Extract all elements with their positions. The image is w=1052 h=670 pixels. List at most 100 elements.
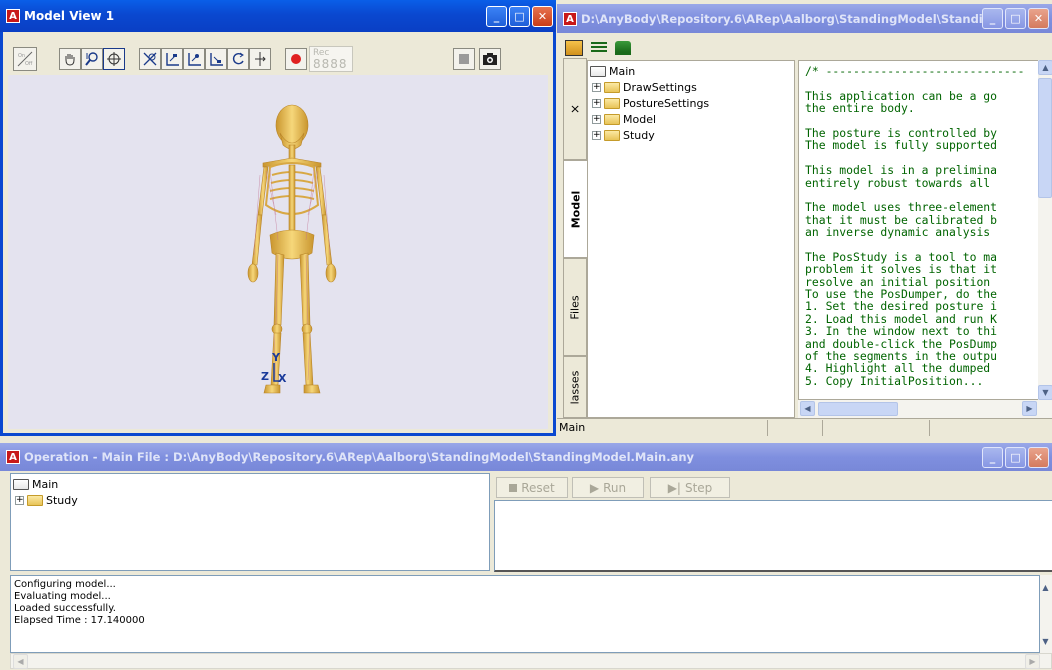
step-label: Step	[684, 480, 713, 495]
tab-files-label: Files	[568, 294, 582, 320]
tab-classes[interactable]: lasses	[563, 356, 587, 418]
tab-files[interactable]: Files	[563, 258, 587, 356]
tab-model[interactable]: Model	[563, 160, 587, 258]
hand-icon	[65, 54, 75, 66]
view-front-button[interactable]	[161, 48, 183, 70]
maximize-button[interactable]: □	[509, 5, 530, 27]
3d-viewport[interactable]: Z Y X	[8, 75, 548, 429]
scroll-right-arrow[interactable]: ▶	[1025, 654, 1040, 669]
tree-status-bar: Main	[557, 418, 1052, 436]
spin-view-button[interactable]	[249, 48, 271, 70]
output-horizontal-scrollbar[interactable]: ◀ ▶	[10, 653, 1052, 669]
close-button[interactable]: ✕	[1028, 446, 1049, 468]
scroll-up-arrow[interactable]: ▲	[1038, 581, 1052, 596]
model-tree-titlebar[interactable]: A D:\AnyBody\Repository.6\ARep\Aalborg\S…	[557, 4, 1052, 33]
minimize-button[interactable]: _	[486, 5, 507, 27]
code-line: The model uses three-element	[805, 200, 998, 215]
tree-node-study[interactable]: + Study	[592, 127, 655, 143]
minimize-button[interactable]: _	[982, 446, 1003, 468]
step-button[interactable]: ▶| Step	[650, 477, 730, 498]
tree-node-label: PostureSettings	[623, 96, 710, 110]
status-divider	[822, 420, 823, 436]
operation-window: A Operation - Main File : D:\AnyBody\Rep…	[0, 443, 1052, 670]
pan-button[interactable]	[59, 48, 81, 70]
anybody-app-icon: A	[563, 11, 577, 26]
tab-close-panel[interactable]: ×	[563, 58, 587, 160]
scroll-down-arrow[interactable]: ▼	[1038, 385, 1052, 400]
axis-z-label: Z	[261, 370, 269, 383]
stop-icon	[459, 54, 469, 64]
folder-icon	[604, 113, 620, 125]
tree-node-posturesettings[interactable]: + PostureSettings	[592, 95, 709, 111]
expand-icon[interactable]: +	[592, 82, 601, 92]
expand-icon[interactable]: +	[592, 98, 601, 108]
op-tree-node-main[interactable]: Main	[13, 476, 58, 492]
expand-icon[interactable]: +	[592, 114, 601, 124]
rotate-view-button[interactable]	[227, 48, 249, 70]
maximize-button[interactable]: □	[1005, 8, 1026, 29]
code-line: the entire body.	[805, 101, 915, 116]
drive-icon[interactable]	[615, 41, 631, 55]
scroll-thumb[interactable]	[1038, 78, 1052, 198]
editor-horizontal-scrollbar[interactable]: ◀ ▶	[798, 400, 1052, 418]
zoom-button[interactable]	[81, 48, 103, 70]
scroll-left-arrow[interactable]: ◀	[800, 401, 815, 416]
zoom-fit-button[interactable]	[139, 48, 161, 70]
close-button[interactable]: ✕	[532, 5, 553, 27]
h-scroll-thumb[interactable]	[818, 402, 898, 416]
tree-node-main[interactable]: Main	[590, 63, 635, 79]
folder-icon	[604, 81, 620, 93]
model-view-title: Model View 1	[24, 9, 115, 23]
op-tree-node-study[interactable]: + Study	[15, 492, 78, 508]
tree-node-label: Study	[623, 128, 655, 142]
model-view-titlebar[interactable]: A Model View 1 _ □ ✕	[0, 0, 556, 32]
code-line: problem it solves is that it	[805, 262, 998, 277]
folder-icon	[604, 97, 620, 109]
expand-icon[interactable]: +	[15, 495, 24, 505]
axis-x-label: X	[278, 372, 287, 385]
operation-titlebar[interactable]: A Operation - Main File : D:\AnyBody\Rep…	[0, 443, 1052, 471]
scroll-up-arrow[interactable]: ▲	[1038, 60, 1052, 75]
scroll-left-arrow[interactable]: ◀	[13, 654, 28, 669]
operation-tree-panel[interactable]: Main + Study	[10, 473, 490, 571]
stop-button[interactable]	[453, 48, 475, 70]
tree-node-drawsettings[interactable]: + DrawSettings	[592, 79, 697, 95]
rotate-icon	[107, 52, 121, 66]
tree-node-label: DrawSettings	[623, 80, 697, 94]
reset-label: Reset	[521, 480, 555, 495]
output-line: Configuring model...	[14, 579, 116, 590]
status-divider	[929, 420, 930, 436]
scroll-right-arrow[interactable]: ▶	[1022, 401, 1037, 416]
tree-node-model[interactable]: + Model	[592, 111, 656, 127]
run-button[interactable]: ▶ Run	[572, 477, 644, 498]
output-panel[interactable]: Configuring model... Evaluating model...…	[10, 575, 1040, 653]
list-icon[interactable]	[591, 42, 607, 54]
view-side-button[interactable]	[183, 48, 205, 70]
source-editor[interactable]: /* ----------------------------- This app…	[798, 60, 1038, 400]
anybody-app-icon: A	[6, 450, 20, 464]
snapshot-button[interactable]	[479, 48, 501, 70]
record-button[interactable]	[285, 48, 307, 70]
reset-button[interactable]: Reset	[496, 477, 568, 498]
onoff-toggle-button[interactable]: On Off	[13, 47, 37, 71]
close-button[interactable]: ✕	[1028, 8, 1049, 29]
tree-view-icon[interactable]	[565, 40, 583, 56]
step-icon: ▶|	[667, 480, 681, 495]
expand-icon[interactable]: +	[592, 130, 601, 140]
scroll-down-arrow[interactable]: ▼	[1038, 635, 1052, 650]
output-vertical-scrollbar[interactable]: ▲ ▼	[1040, 575, 1052, 653]
folder-icon	[604, 129, 620, 141]
axis-view-icon	[210, 53, 223, 66]
tree-node-label: Main	[32, 477, 59, 491]
operation-info-panel	[494, 500, 1052, 572]
output-line: Loaded successfully.	[14, 603, 116, 614]
minimize-button[interactable]: _	[982, 8, 1003, 29]
axis-view-icon	[188, 53, 201, 66]
editor-vertical-scrollbar[interactable]: ▲ ▼	[1038, 60, 1052, 400]
view-top-button[interactable]	[205, 48, 227, 70]
folder-icon	[27, 494, 43, 506]
maximize-button[interactable]: □	[1005, 446, 1026, 468]
model-tree-panel[interactable]: Main + DrawSettings + PostureSettings + Mod…	[587, 60, 795, 418]
fit-icon	[143, 52, 157, 66]
rotate-button[interactable]	[103, 48, 125, 70]
